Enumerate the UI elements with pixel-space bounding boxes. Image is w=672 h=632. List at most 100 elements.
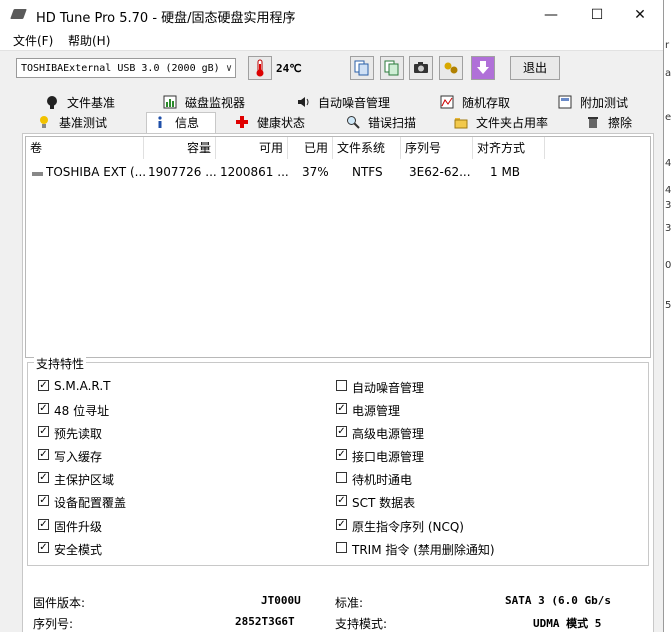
tab-health[interactable]: 健康状态 [235,113,335,132]
tab-label: 健康状态 [257,116,306,130]
tab-label: 磁盘监视器 [185,96,246,110]
tab-extra-tests[interactable]: 附加测试 [558,93,658,112]
feature-label: 安全模式 [54,543,103,557]
tab-label: 文件基准 [67,96,116,110]
tab-info[interactable]: 信息 [146,112,216,133]
column-header[interactable]: 卷 [26,137,144,159]
checkbox[interactable]: ✓ [38,403,49,414]
cell-alignment: 1 MB [490,165,521,179]
tab-label: 擦除 [608,116,633,130]
minimize-icon[interactable]: — [528,0,574,30]
firmware-label: 固件版本: [33,596,86,610]
feature-label: 固件升级 [54,520,103,534]
checkbox[interactable] [336,380,347,391]
info-panel: 卷 容量 可用 已用 文件系统 序列号 对齐方式 TOSHIBA EXT (..… [22,133,654,632]
serial-value: 2852T3G6T [235,615,295,628]
tab-file-benchmark[interactable]: 文件基准 [45,93,140,112]
tab-label: 错误扫描 [368,116,417,130]
checkbox[interactable]: ✓ [38,380,49,391]
standard-label: 标准: [335,596,364,610]
options-icon[interactable] [439,56,463,80]
feature-label: 原生指令序列 (NCQ) [352,520,464,534]
app-icon [10,9,27,19]
copy-info-icon[interactable] [350,56,374,80]
checkbox[interactable]: ✓ [38,495,49,506]
menu-file[interactable]: 文件(F) [13,32,53,49]
tab-random-access[interactable]: 随机存取 [440,93,540,112]
feature-label: 电源管理 [352,404,401,418]
tab-label: 附加测试 [580,96,629,110]
supported-features-group: 支持特性 ✓ S.M.A.R.T ✓ 48 位寻址 ✓ 预先读取 ✓ 写入缓存 ✓ 主保护… [27,355,649,566]
checkbox[interactable]: ✓ [38,519,49,530]
column-header[interactable]: 文件系统 [333,137,401,159]
checkbox[interactable]: ✓ [38,542,49,553]
tab-disk-monitor[interactable]: 磁盘监视器 [163,93,273,112]
cell-used: 37% [302,165,329,179]
cell-filesystem: NTFS [352,165,383,179]
cell-capacity: 1907726 ... [148,165,216,179]
feature-label: TRIM 指令 (禁用删除通知) [352,543,495,557]
cell-available: 1200861 ... [220,165,288,179]
window-title: HD Tune Pro 5.70 - 硬盘/固态硬盘实用程序 [36,11,296,26]
download-icon[interactable] [471,56,495,80]
standard-value: SATA 3 (6.0 Gb/s [505,594,611,607]
tab-strip: 文件基准 磁盘监视器 自动噪音管理 随机存取 附加测试 基准测试 信息 健康状态… [9,92,660,133]
tab-benchmark[interactable]: 基准测试 [37,113,137,132]
thermometer-icon [248,56,272,80]
tab-error-scan[interactable]: 错误扫描 [346,113,446,132]
checkbox[interactable]: ✓ [336,449,347,460]
column-header[interactable]: 容量 [144,137,216,159]
close-icon[interactable]: ✕ [617,0,663,30]
checkbox[interactable]: ✓ [336,519,347,530]
exit-button[interactable]: 退出 [510,56,560,80]
cell-volume: TOSHIBA EXT (... [46,165,146,179]
checkbox[interactable]: ✓ [38,449,49,460]
extra-tests-icon [558,95,572,109]
feature-label: 48 位寻址 [54,404,110,418]
feature-label: 待机时通电 [352,473,413,487]
feature-label: 设备配置覆盖 [54,496,127,510]
magnifier-icon [346,115,360,129]
mode-value: UDMA 模式 5 [533,617,602,630]
tab-label: 自动噪音管理 [318,96,391,110]
app-window: HD Tune Pro 5.70 - 硬盘/固态硬盘实用程序 — ☐ ✕ 文件(… [0,0,664,632]
checkbox[interactable]: ✓ [38,426,49,437]
checkbox[interactable]: ✓ [336,495,347,506]
camera-icon[interactable] [409,56,433,80]
info-icon [153,115,167,129]
chevron-down-icon: ∨ [225,63,232,74]
health-cross-icon [235,115,249,129]
column-header[interactable]: 可用 [216,137,288,159]
mode-label: 支持模式: [335,617,388,631]
title-bar: HD Tune Pro 5.70 - 硬盘/固态硬盘实用程序 — ☐ ✕ [0,0,663,30]
menu-help[interactable]: 帮助(H) [68,32,110,49]
toolbar: TOSHIBAExternal USB 3.0 (2000 gB) ∨ 24℃ … [0,50,663,89]
copy-all-icon[interactable] [380,56,404,80]
column-header[interactable]: 已用 [288,137,333,159]
checkbox[interactable] [336,542,347,553]
folder-icon [454,115,468,129]
drive-icon [32,163,44,181]
menu-bar: 文件(F) 帮助(H) [0,30,663,50]
feature-label: 接口电源管理 [352,450,425,464]
tab-aam[interactable]: 自动噪音管理 [296,93,421,112]
feature-label: 预先读取 [54,427,103,441]
tab-folder-usage[interactable]: 文件夹占用率 [454,113,574,132]
checkbox[interactable] [336,472,347,483]
disk-monitor-icon [163,95,177,109]
maximize-icon[interactable]: ☐ [574,0,620,30]
checkbox[interactable]: ✓ [38,472,49,483]
feature-label: S.M.A.R.T [54,379,111,393]
lightbulb-icon [37,115,51,129]
feature-label: 自动噪音管理 [352,381,425,395]
file-benchmark-icon [45,95,59,109]
checkbox[interactable]: ✓ [336,426,347,437]
column-header[interactable]: 对齐方式 [473,137,545,159]
drive-select[interactable]: TOSHIBAExternal USB 3.0 (2000 gB) ∨ [16,58,236,78]
checkbox[interactable]: ✓ [336,403,347,414]
column-header[interactable]: 序列号 [401,137,473,159]
temperature-readout: 24℃ [276,62,302,75]
firmware-value: JT000U [261,594,301,607]
tab-erase[interactable]: 擦除 [586,113,656,132]
tab-label: 随机存取 [462,96,511,110]
